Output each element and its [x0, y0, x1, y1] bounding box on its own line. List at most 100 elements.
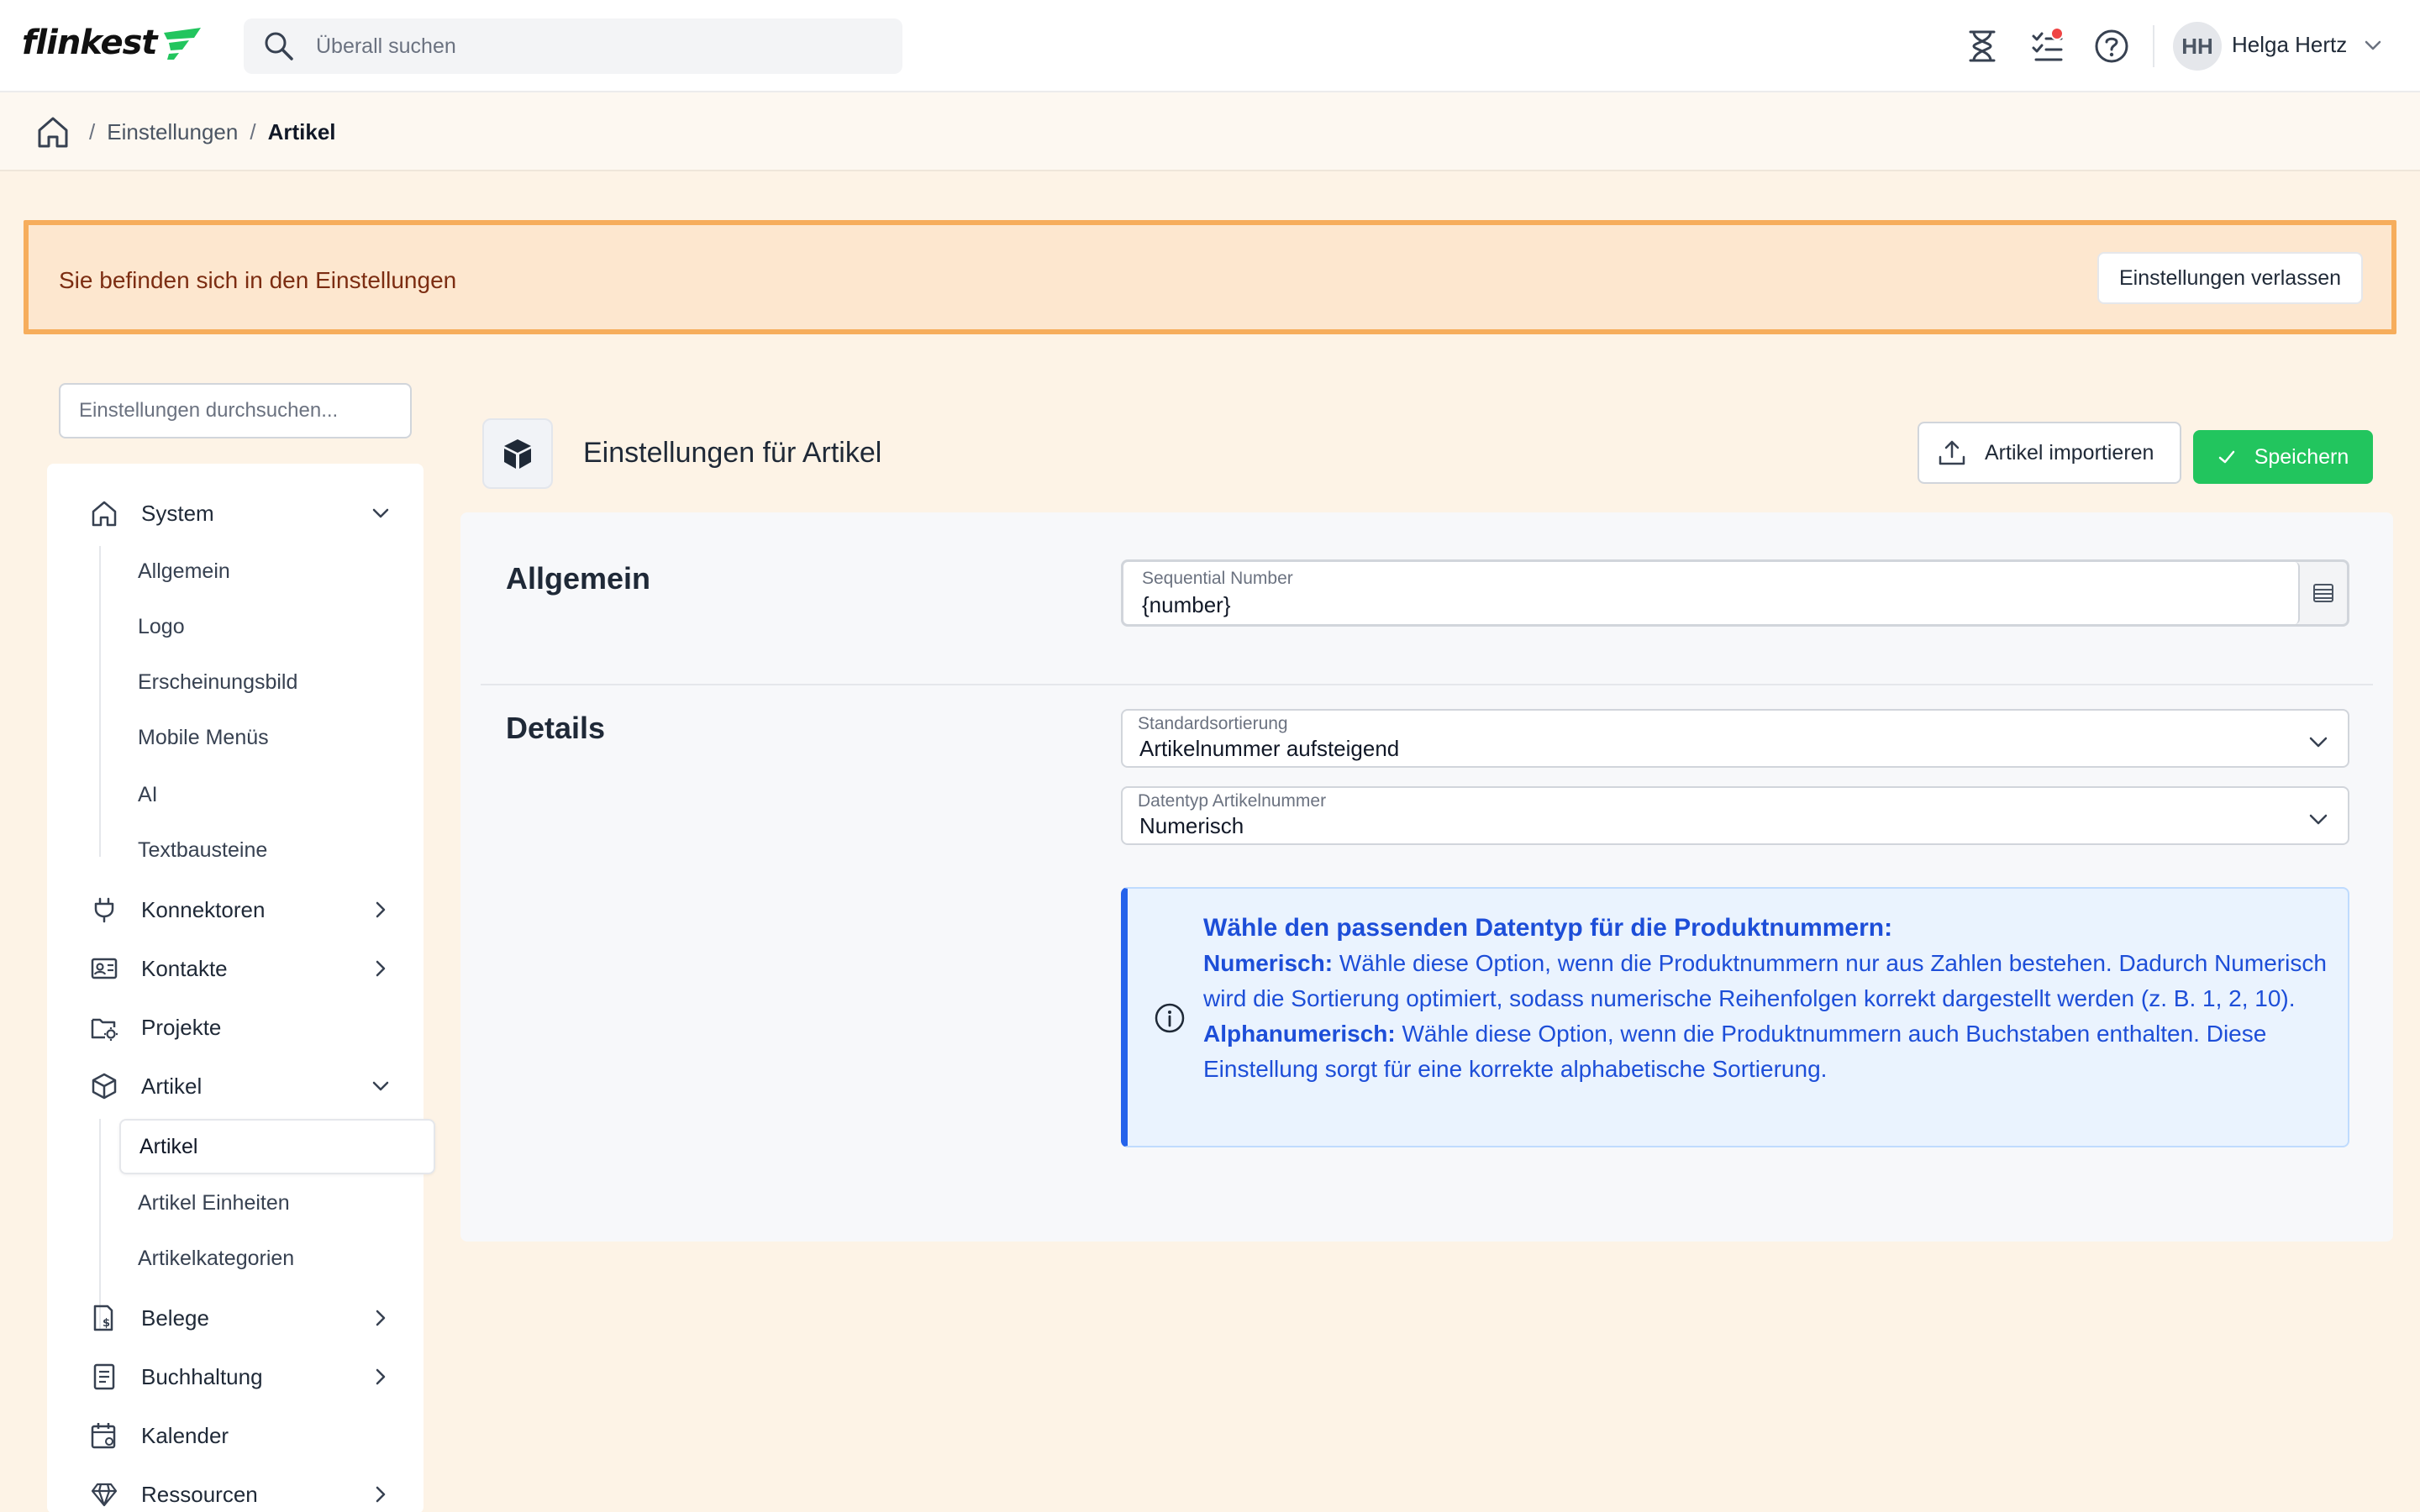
folder-gear-icon [89, 1012, 119, 1042]
import-button-label: Artikel importieren [1985, 440, 2154, 465]
settings-sidebar: System Allgemein Logo Erscheinungsbild M… [47, 464, 435, 1512]
sidebar-item-label: Buchhaltung [141, 1363, 263, 1389]
settings-banner: Sie befinden sich in den Einstellungen E… [24, 220, 2396, 334]
list-icon [2313, 584, 2333, 602]
check-icon [2218, 450, 2234, 464]
breadcrumb-bar: / Einstellungen / Artikel [0, 92, 2420, 171]
plug-icon [89, 895, 119, 925]
sidebar-item-projekte[interactable]: Projekte [89, 1006, 392, 1048]
chevron-right-icon[interactable] [370, 1366, 392, 1388]
section-title-allgemein: Allgemein [506, 561, 651, 596]
diamond-icon [89, 1479, 119, 1509]
logo-mark-icon [163, 28, 201, 60]
search-icon [265, 32, 293, 60]
sidebar-item-label: Artikel [141, 1073, 203, 1099]
breadcrumb-current: Artikel [267, 118, 336, 144]
info-numeric-term: Numerisch: [1203, 950, 1334, 976]
sidebar-item-label: System [141, 500, 214, 526]
info-text: Wähle den passenden Datentyp für die Pro… [1203, 911, 2329, 1087]
sidebar-subitem-mobile-menues[interactable]: Mobile Menüs [138, 721, 269, 754]
sidebar-subitem-erscheinungsbild[interactable]: Erscheinungsbild [138, 665, 297, 699]
help-icon[interactable] [2091, 25, 2133, 67]
sidebar-subitem-artikel-einheiten[interactable]: Artikel Einheiten [138, 1186, 290, 1220]
sidebar-item-system[interactable]: System [89, 492, 392, 534]
page-title: Einstellungen für Artikel [583, 437, 882, 469]
banner-text: Sie befinden sich in den Einstellungen [59, 267, 457, 293]
box-icon [89, 1071, 119, 1101]
sidebar-subitem-artikel-active[interactable]: Artikel [119, 1119, 435, 1174]
sidebar-item-label: Kalender [141, 1422, 229, 1448]
settings-search[interactable] [59, 383, 412, 438]
notification-dot [2050, 27, 2064, 40]
default-sort-select[interactable]: Standardsortierung Artikelnummer aufstei… [1121, 709, 2349, 768]
sidebar-item-ressourcen[interactable]: Ressourcen [89, 1473, 392, 1512]
sequence-options-button[interactable] [2300, 562, 2347, 624]
sidebar-item-belege[interactable]: $ Belege [89, 1297, 392, 1339]
contact-card-icon [89, 953, 119, 984]
chevron-right-icon[interactable] [370, 958, 392, 979]
home-icon[interactable] [35, 114, 71, 150]
import-articles-button[interactable]: Artikel importieren [1918, 422, 2181, 484]
sidebar-item-buchhaltung[interactable]: Buchhaltung [89, 1356, 392, 1398]
global-search[interactable] [244, 18, 902, 74]
svg-text:$: $ [103, 1317, 110, 1330]
info-alpha: Alphanumerisch: Wähle diese Option, wenn… [1203, 1016, 2329, 1087]
section-divider [481, 684, 2373, 685]
sidebar-subitem-artikelkategorien[interactable]: Artikelkategorien [138, 1242, 294, 1275]
chevron-down-icon[interactable] [370, 1075, 392, 1097]
global-search-input[interactable] [316, 34, 820, 59]
info-numeric-text: Wähle diese Option, wenn die Produktnumm… [1203, 950, 2327, 1011]
sidebar-item-kontakte[interactable]: Kontakte [89, 948, 392, 990]
home-icon [89, 498, 119, 528]
info-alpha-term: Alphanumerisch: [1203, 1021, 1396, 1047]
sidebar-item-konnektoren[interactable]: Konnektoren [89, 889, 392, 931]
submenu-line [99, 546, 101, 857]
sidebar-subitem-ai[interactable]: AI [138, 778, 158, 811]
sidebar-subitem-logo[interactable]: Logo [138, 610, 185, 643]
sidebar-item-kalender[interactable]: Kalender [89, 1415, 392, 1457]
field-label: Sequential Number [1142, 569, 1293, 588]
box-icon [482, 418, 553, 489]
settings-search-input[interactable] [79, 399, 398, 423]
avatar[interactable]: HH [2173, 22, 2222, 71]
sidebar-item-artikel[interactable]: Artikel [89, 1065, 392, 1107]
leave-settings-button[interactable]: Einstellungen verlassen [2097, 252, 2363, 304]
chevron-down-icon [2309, 814, 2328, 825]
field-value: Numerisch [1139, 813, 1244, 838]
logo-text: flinkest [22, 24, 158, 62]
hourglass-icon[interactable] [1961, 25, 2003, 67]
info-title: Wähle den passenden Datentyp für die Pro… [1203, 914, 1893, 942]
field-label: Standardsortierung [1138, 714, 1288, 733]
calendar-icon [89, 1420, 119, 1451]
datatype-info-box: Wähle den passenden Datentyp für die Pro… [1121, 887, 2349, 1147]
user-name[interactable]: Helga Hertz [2232, 32, 2347, 58]
sequential-number-input[interactable]: Sequential Number {number} [1123, 562, 2300, 624]
field-value: {number} [1142, 592, 1231, 617]
sidebar-subitem-textbausteine[interactable]: Textbausteine [138, 833, 267, 867]
field-label: Datentyp Artikelnummer [1138, 791, 1327, 811]
sidebar-item-label: Konnektoren [141, 896, 266, 922]
info-numeric: Numerisch: Wähle diese Option, wenn die … [1203, 946, 2329, 1016]
save-button[interactable]: Speichern [2193, 430, 2373, 484]
datatype-select[interactable]: Datentyp Artikelnummer Numerisch [1121, 786, 2349, 845]
breadcrumb-einstellungen[interactable]: Einstellungen [107, 119, 238, 145]
section-title-details: Details [506, 711, 606, 745]
chevron-right-icon[interactable] [370, 1307, 392, 1329]
ledger-icon [89, 1362, 119, 1392]
chevron-right-icon[interactable] [370, 899, 392, 921]
chevron-down-icon[interactable] [370, 502, 392, 524]
app-logo[interactable]: flinkest [22, 24, 203, 62]
chevron-down-icon[interactable] [2363, 35, 2383, 55]
sidebar-item-label: Ressourcen [141, 1481, 258, 1507]
sidebar-subitem-allgemein[interactable]: Allgemein [138, 554, 230, 588]
field-value: Artikelnummer aufsteigend [1139, 736, 1400, 761]
upload-icon [1939, 440, 1965, 465]
breadcrumb: / Einstellungen / Artikel [35, 114, 336, 150]
tasks-icon[interactable] [2027, 25, 2069, 67]
save-button-label: Speichern [2254, 444, 2349, 469]
sidebar-item-label: Belege [141, 1305, 209, 1331]
sequential-number-field[interactable]: Sequential Number {number} [1121, 559, 2349, 627]
receipt-icon: $ [89, 1303, 119, 1333]
chevron-right-icon[interactable] [370, 1483, 392, 1505]
settings-panel: Allgemein Sequential Number {number} Det… [460, 512, 2393, 1242]
